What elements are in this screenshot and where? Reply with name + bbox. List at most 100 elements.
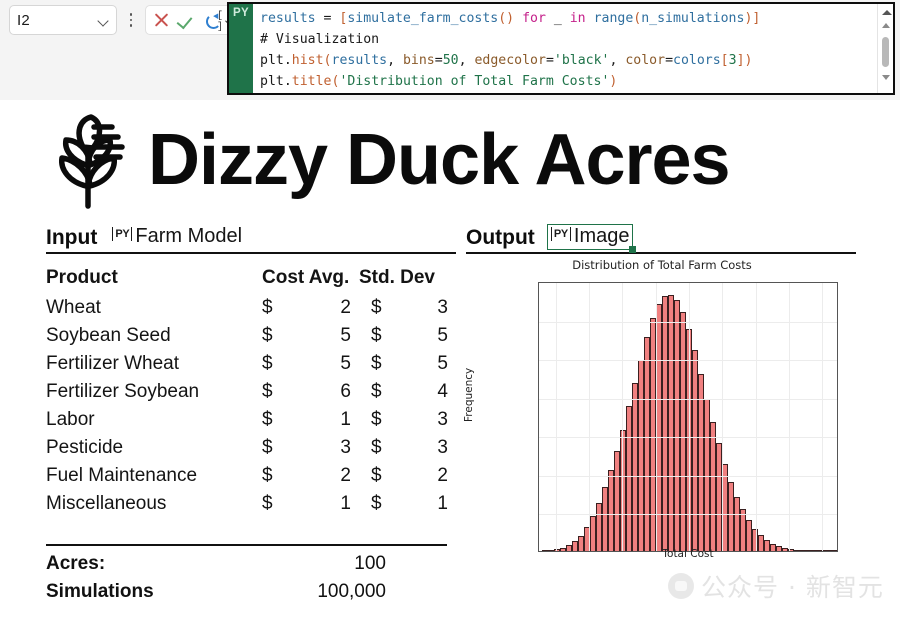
column-header-product: Product xyxy=(46,267,118,288)
gridline-vertical xyxy=(789,283,790,551)
cell-currency-std: $ xyxy=(370,381,382,402)
summary-row: Acres: 100 xyxy=(46,550,386,578)
cell-currency-std: $ xyxy=(370,437,382,458)
cell-currency-std: $ xyxy=(370,409,382,430)
table-row[interactable]: Soybean Seed $5 $5 xyxy=(46,322,456,350)
scrollbar-thumb[interactable] xyxy=(882,37,889,67)
cell-product: Soybean Seed xyxy=(46,325,171,346)
cell-std-dev: 1 xyxy=(437,493,448,514)
table-row[interactable]: Miscellaneous $1 $1 xyxy=(46,490,456,518)
scroll-down-arrow-icon[interactable] xyxy=(881,73,891,83)
table-row[interactable]: Fuel Maintenance $2 $2 xyxy=(46,462,456,490)
name-box-wrapper: I2 xyxy=(9,5,117,35)
histogram-chart: Distribution of Total Farm Costs Frequen… xyxy=(463,256,858,586)
python-code-editor[interactable]: PY results = [simulate_farm_costs() for … xyxy=(227,2,895,95)
code-token: plt xyxy=(260,74,284,89)
chip-image-label: Image xyxy=(573,225,630,247)
summary-block: Acres: 100 Simulations 100,000 xyxy=(46,550,386,606)
y-axis-tick-mark xyxy=(538,360,539,361)
histogram-bars xyxy=(542,283,837,551)
cell-currency-std: $ xyxy=(370,325,382,346)
table-row[interactable]: Fertilizer Wheat $5 $5 xyxy=(46,350,456,378)
code-token: range xyxy=(593,11,634,26)
cell-reference-value: I2 xyxy=(17,11,30,29)
code-token: , xyxy=(458,53,475,68)
plot-outer: Frequency 0100020003000400050006000$200K… xyxy=(463,274,858,574)
cell-currency-avg: $ xyxy=(262,325,273,346)
cell-std-dev: 2 xyxy=(437,465,448,486)
chevron-down-icon[interactable] xyxy=(98,17,109,24)
table-row[interactable]: Wheat $2 $3 xyxy=(46,294,456,322)
cell-cost-avg: 1 xyxy=(340,409,351,430)
cell-cost-avg: 2 xyxy=(340,297,351,318)
cell-std-dev: 3 xyxy=(437,409,448,430)
table-row[interactable]: Pesticide $3 $3 xyxy=(46,434,456,462)
code-token: = xyxy=(665,53,674,68)
gridline-vertical xyxy=(589,283,590,551)
code-text-area[interactable]: results = [simulate_farm_costs() for _ i… xyxy=(253,4,877,93)
summary-value: 100 xyxy=(354,553,386,574)
gridline-vertical xyxy=(822,283,824,551)
output-label: Output xyxy=(466,226,535,249)
summary-key: Simulations xyxy=(46,581,154,602)
code-token: simulate_farm_costs xyxy=(347,11,499,26)
cell-currency-avg: $ xyxy=(262,353,273,374)
gridline-horizontal xyxy=(539,475,837,477)
refresh-icon[interactable]: [ ] xyxy=(204,11,223,33)
cell-product: Fertilizer Wheat xyxy=(46,353,180,374)
code-token: 'Distribution of Total Farm Costs' xyxy=(339,74,610,89)
kebab-menu-icon[interactable] xyxy=(123,5,139,35)
output-section-header: Output PY Image xyxy=(466,220,856,254)
cell-std-dev: 4 xyxy=(437,381,448,402)
code-token: () xyxy=(498,11,515,26)
farm-cost-table-wrapper: Product Cost Avg. Std. Dev Wheat $2 $3 Soyb… xyxy=(46,266,456,518)
cell-reference-input[interactable]: I2 xyxy=(9,5,117,35)
wheat-stalk-logo-icon xyxy=(59,114,125,209)
code-token: _ xyxy=(545,11,570,26)
cell-currency-avg: $ xyxy=(262,381,273,402)
farm-cost-table: Product Cost Avg. Std. Dev Wheat $2 $3 Soyb… xyxy=(46,266,456,518)
cell-currency-avg: $ xyxy=(262,409,273,430)
cell-cost-avg: 1 xyxy=(340,493,351,514)
code-token: [ xyxy=(720,53,729,68)
kebab-dot xyxy=(129,18,133,22)
gridline-vertical xyxy=(555,283,557,551)
gridline-horizontal xyxy=(539,360,837,362)
cell-product: Fuel Maintenance xyxy=(46,465,198,486)
cell-std-dev: 5 xyxy=(437,325,448,346)
chip-image-selected[interactable]: PY Image xyxy=(546,224,636,253)
y-axis-tick-mark xyxy=(538,475,539,476)
summary-value: 100,000 xyxy=(317,581,386,602)
editor-scrollbar[interactable] xyxy=(877,4,893,93)
table-row[interactable]: Labor $1 $3 xyxy=(46,406,456,434)
y-axis-tick-mark xyxy=(538,437,539,438)
python-badge: PY xyxy=(229,4,253,93)
column-header-cost-avg: Cost Avg. xyxy=(262,267,350,288)
summary-key: Acres: xyxy=(46,553,106,574)
code-token: n_simulations xyxy=(641,11,745,26)
plot-area: 0100020003000400050006000$200K$210K$220K… xyxy=(538,282,838,552)
gridline-vertical xyxy=(655,283,657,551)
code-token: = xyxy=(434,53,443,68)
table-row[interactable]: Fertilizer Soybean $6 $4 xyxy=(46,378,456,406)
code-token: colors xyxy=(673,53,721,68)
table-body: Wheat $2 $3 Soybean Seed $5 $5 Fertilizer Whea… xyxy=(46,294,456,518)
table-header-row: Product Cost Avg. Std. Dev xyxy=(46,266,456,294)
brand-header: Dizzy Duck Acres xyxy=(36,106,866,214)
code-token: . xyxy=(283,53,292,68)
cell-currency-avg: $ xyxy=(262,493,273,514)
code-token: bins xyxy=(402,53,435,68)
kebab-dot xyxy=(129,24,133,27)
code-token: )] xyxy=(744,11,761,26)
code-line: # Visualization xyxy=(260,29,877,50)
cell-cost-avg: 2 xyxy=(340,465,351,486)
check-icon[interactable] xyxy=(178,11,197,30)
chip-farm-model[interactable]: PY Farm Model xyxy=(109,224,245,250)
close-x-icon[interactable] xyxy=(152,11,171,30)
scroll-up-arrow-icon[interactable] xyxy=(881,21,891,31)
code-token: = xyxy=(315,11,340,26)
code-token: . xyxy=(283,74,292,89)
cell-currency-std: $ xyxy=(370,465,382,486)
chevron-up-icon[interactable] xyxy=(881,7,892,19)
